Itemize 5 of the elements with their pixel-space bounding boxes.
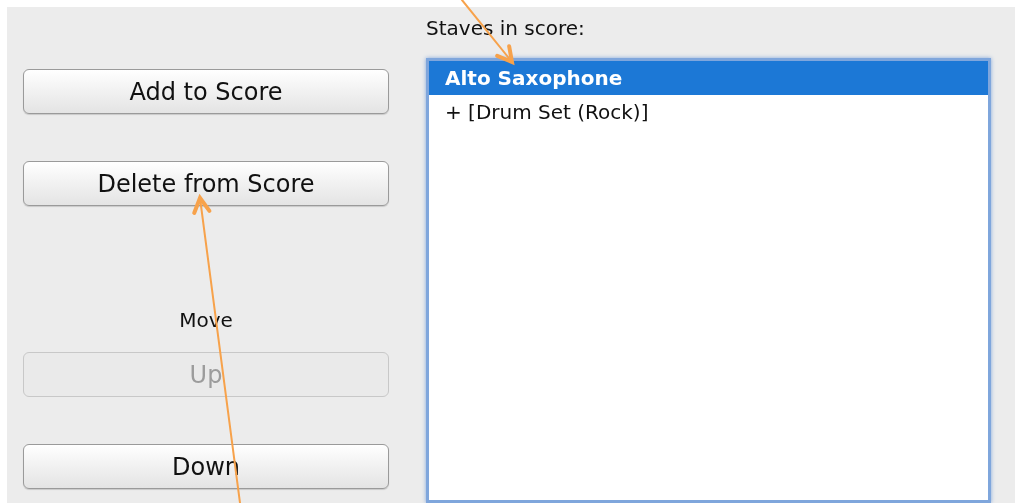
push-button[interactable]: Delete from Score xyxy=(23,161,389,206)
push-button[interactable]: Add to Score xyxy=(23,69,389,114)
staves-list[interactable]: Alto Saxophone + [Drum Set (Rock)] xyxy=(426,58,991,503)
staff-item[interactable]: + [Drum Set (Rock)] xyxy=(429,95,988,129)
staff-item[interactable]: Alto Saxophone xyxy=(429,61,988,95)
